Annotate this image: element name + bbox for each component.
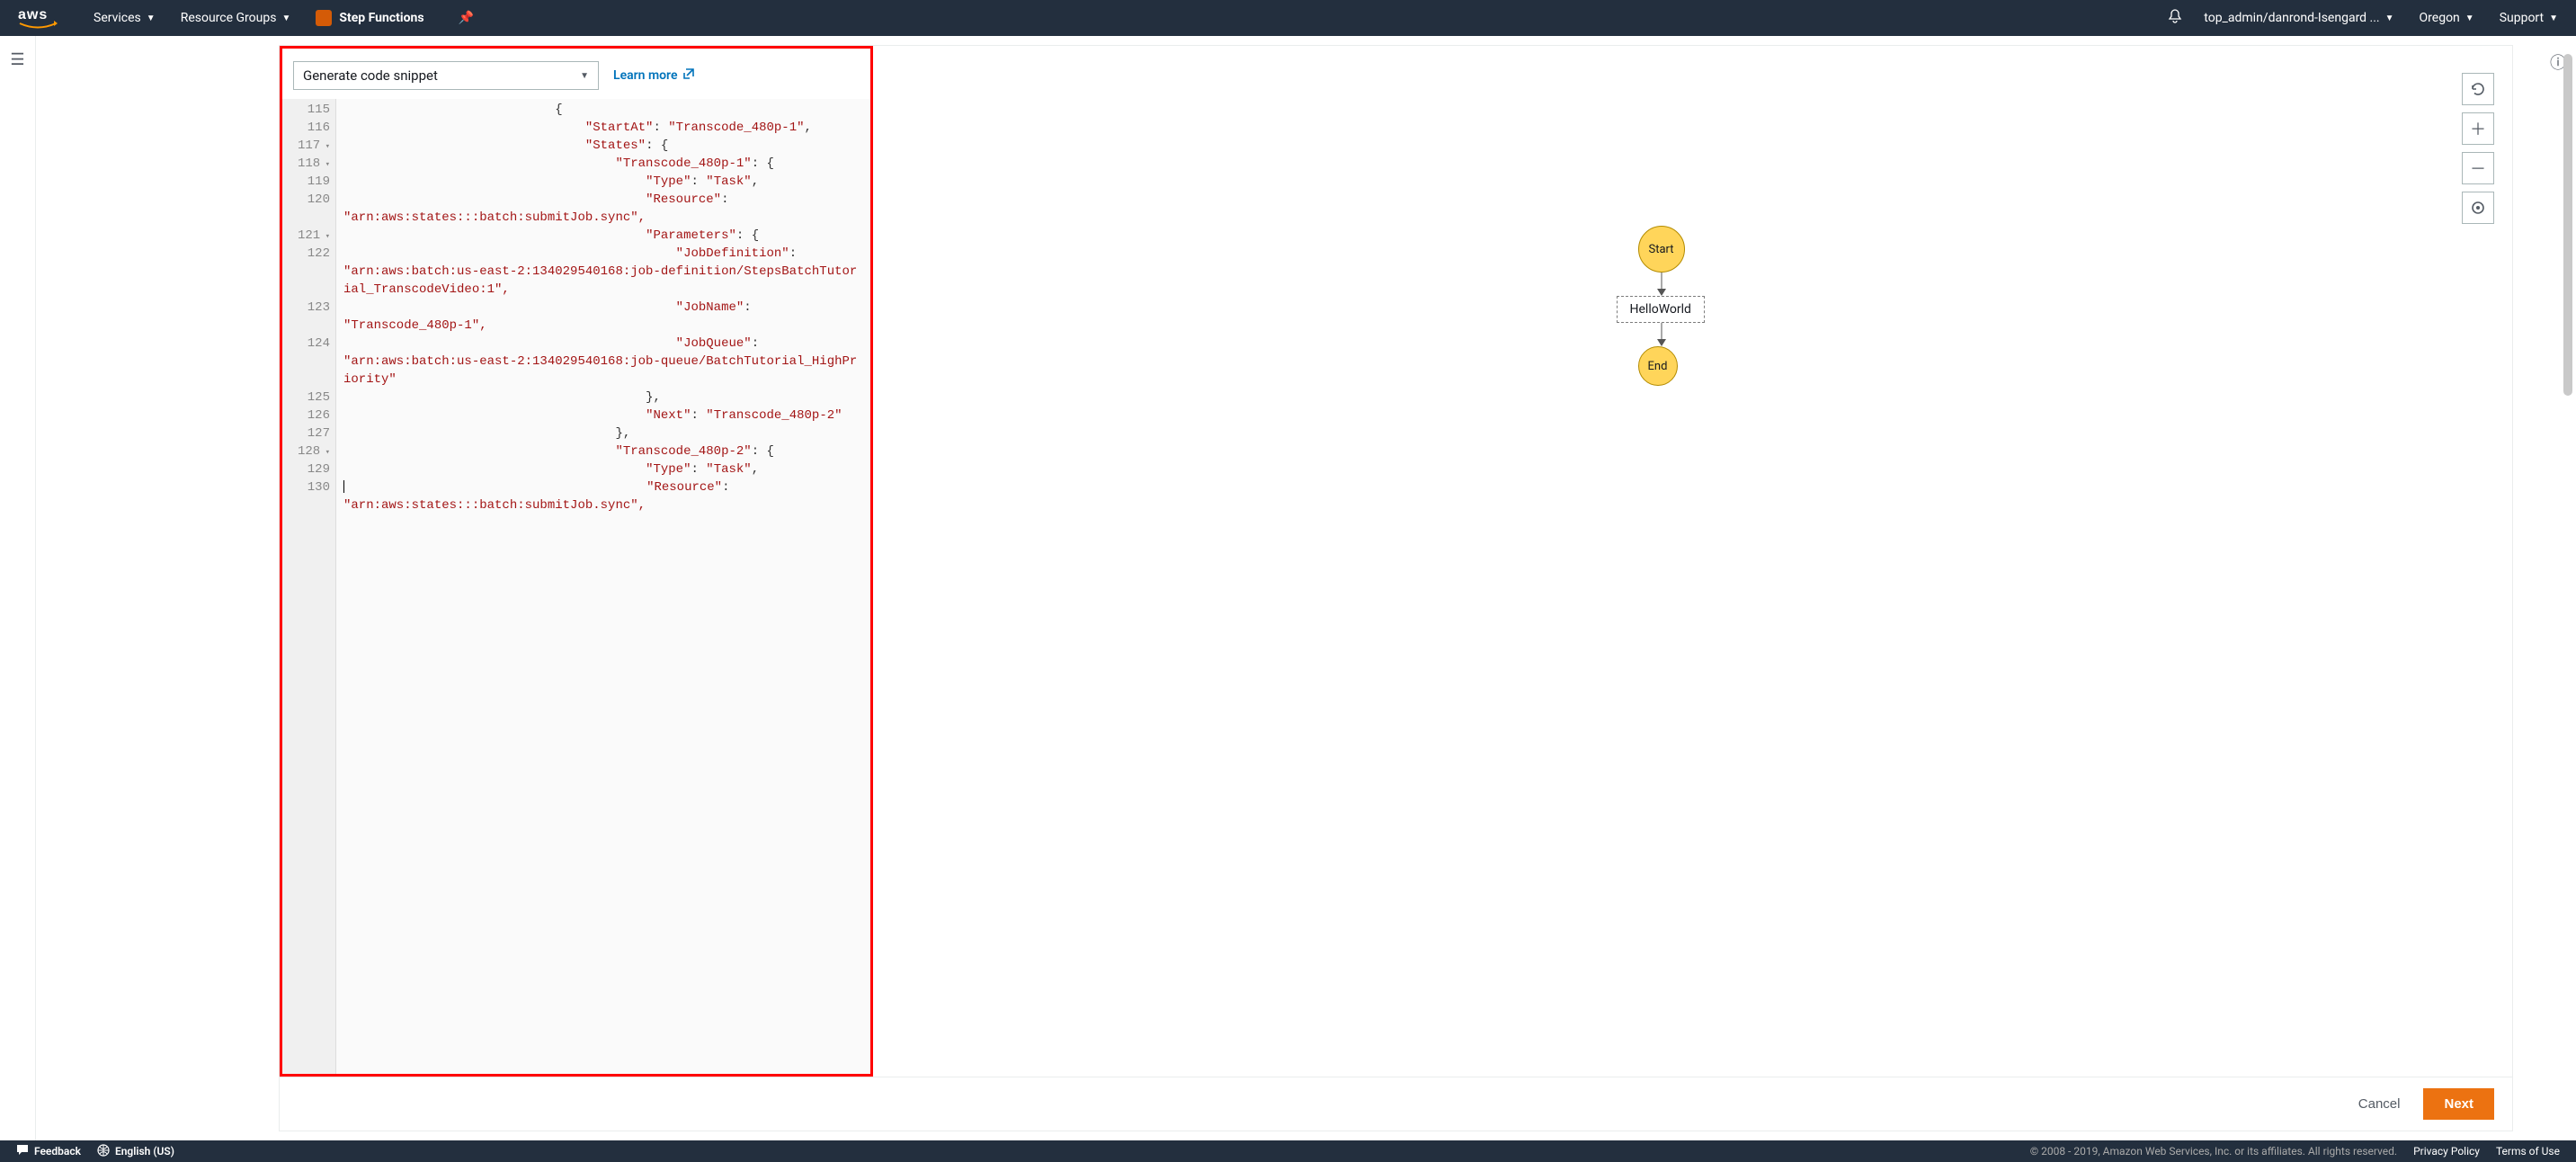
language-selector[interactable]: English (US) — [97, 1144, 174, 1159]
zoom-in-button[interactable]: ＋ — [2462, 112, 2494, 145]
caret-down-icon: ▼ — [281, 13, 290, 23]
triangle-down-icon: ▼ — [580, 71, 589, 81]
graph-state-label: HelloWorld — [1630, 302, 1691, 317]
code-line[interactable]: "Type": "Task", — [343, 460, 863, 478]
code-line[interactable]: "Resource": "arn:aws:states:::batch:subm… — [343, 478, 863, 514]
service-name: Step Functions — [339, 11, 423, 25]
code-line[interactable]: "Transcode_480p-1": { — [343, 155, 863, 173]
feedback-label: Feedback — [34, 1145, 81, 1158]
target-icon — [2470, 200, 2486, 216]
service-breadcrumb[interactable]: Step Functions — [316, 10, 423, 26]
aws-logo[interactable]: aws — [18, 6, 58, 30]
pin-icon[interactable]: 📌 — [459, 11, 474, 25]
learn-more-link[interactable]: Learn more — [613, 67, 695, 84]
copyright-text: © 2008 - 2019, Amazon Web Services, Inc.… — [2030, 1145, 2397, 1158]
left-sidebar-collapsed: ☰ — [0, 36, 36, 1140]
code-line[interactable]: "Resource": "arn:aws:states:::batch:subm… — [343, 191, 863, 227]
code-line[interactable]: "Transcode_480p-2": { — [343, 442, 863, 460]
caret-down-icon: ▼ — [147, 13, 156, 23]
resource-groups-label: Resource Groups — [181, 11, 277, 25]
hamburger-icon[interactable]: ☰ — [10, 50, 24, 69]
arrow-icon — [1655, 323, 1668, 348]
top-nav: aws Services ▼ Resource Groups ▼ Step Fu… — [0, 0, 2576, 36]
support-label: Support — [2500, 11, 2544, 25]
graph-end-node[interactable]: End — [1638, 346, 1678, 386]
language-label: English (US) — [115, 1145, 174, 1158]
zoom-out-button[interactable]: － — [2462, 152, 2494, 184]
caret-down-icon: ▼ — [2385, 13, 2394, 23]
learn-more-label: Learn more — [613, 68, 677, 83]
refresh-button[interactable] — [2462, 73, 2494, 105]
graph-canvas[interactable]: Start HelloWorld End — [891, 73, 2431, 1068]
code-line[interactable]: "States": { — [343, 137, 863, 155]
snippet-dropdown-label: Generate code snippet — [303, 67, 438, 84]
plus-icon: ＋ — [2470, 117, 2486, 140]
caret-down-icon: ▼ — [2465, 13, 2474, 23]
caret-down-icon: ▼ — [2549, 13, 2558, 23]
snippet-dropdown[interactable]: Generate code snippet ▼ — [293, 61, 599, 90]
minus-icon: － — [2470, 156, 2486, 180]
code-line[interactable]: "JobQueue": "arn:aws:batch:us-east-2:134… — [343, 335, 863, 389]
speech-bubble-icon — [16, 1144, 29, 1159]
code-line[interactable]: }, — [343, 425, 863, 442]
account-label: top_admin/danrond-Isengard ... — [2204, 11, 2379, 25]
cancel-button[interactable]: Cancel — [2349, 1091, 2410, 1117]
services-menu[interactable]: Services ▼ — [94, 11, 156, 25]
code-line[interactable]: { — [343, 101, 863, 119]
wizard-actions: Cancel Next — [280, 1077, 2512, 1131]
code-line[interactable]: "Type": "Task", — [343, 173, 863, 191]
graph-start-node[interactable]: Start — [1638, 226, 1685, 273]
graph-end-label: End — [1648, 360, 1668, 373]
arrow-icon — [1655, 273, 1668, 298]
graph-controls: ＋ － — [2462, 73, 2494, 224]
feedback-link[interactable]: Feedback — [16, 1144, 81, 1159]
editor-toolbar: Generate code snippet ▼ Learn more — [282, 49, 870, 99]
center-button[interactable] — [2462, 192, 2494, 224]
next-button[interactable]: Next — [2423, 1088, 2494, 1120]
page-scrollbar[interactable] — [2563, 54, 2572, 1135]
scrollbar-thumb[interactable] — [2563, 54, 2572, 396]
code-body[interactable]: { "StartAt": "Transcode_480p-1", "States… — [336, 99, 870, 1074]
code-editor[interactable]: 1151161171181191201211221231241251261271… — [282, 99, 870, 1074]
terms-link[interactable]: Terms of Use — [2496, 1145, 2560, 1158]
region-menu[interactable]: Oregon ▼ — [2420, 11, 2474, 25]
graph-preview: Start HelloWorld End — [891, 73, 2494, 1068]
nav-right: top_admin/danrond-Isengard ... ▼ Oregon … — [2168, 9, 2558, 27]
privacy-link[interactable]: Privacy Policy — [2413, 1145, 2480, 1158]
code-line[interactable]: "JobName": "Transcode_480p-1", — [343, 299, 863, 335]
main-content: Generate code snippet ▼ Learn more 11511… — [36, 36, 2540, 1140]
code-line[interactable]: "Next": "Transcode_480p-2" — [343, 407, 863, 425]
step-functions-icon — [316, 10, 332, 26]
code-line[interactable]: "StartAt": "Transcode_480p-1", — [343, 119, 863, 137]
line-gutter: 1151161171181191201211221231241251261271… — [282, 99, 336, 1074]
graph-state-node[interactable]: HelloWorld — [1617, 296, 1705, 323]
code-line[interactable]: "Parameters": { — [343, 227, 863, 245]
code-editor-section: Generate code snippet ▼ Learn more 11511… — [280, 46, 873, 1077]
wizard-panel: Generate code snippet ▼ Learn more 11511… — [279, 45, 2513, 1131]
services-label: Services — [94, 11, 141, 25]
support-menu[interactable]: Support ▼ — [2500, 11, 2558, 25]
account-menu[interactable]: top_admin/danrond-Isengard ... ▼ — [2204, 11, 2393, 25]
external-link-icon — [682, 67, 695, 84]
footer: Feedback English (US) © 2008 - 2019, Ama… — [0, 1140, 2576, 1162]
globe-icon — [97, 1144, 110, 1159]
notifications-icon[interactable] — [2168, 9, 2182, 27]
svg-text:aws: aws — [18, 7, 48, 22]
refresh-icon — [2470, 81, 2486, 97]
region-label: Oregon — [2420, 11, 2460, 25]
resource-groups-menu[interactable]: Resource Groups ▼ — [181, 11, 291, 25]
code-line[interactable]: }, — [343, 389, 863, 407]
code-line[interactable]: "JobDefinition": "arn:aws:batch:us-east-… — [343, 245, 863, 299]
graph-start-label: Start — [1648, 243, 1673, 256]
